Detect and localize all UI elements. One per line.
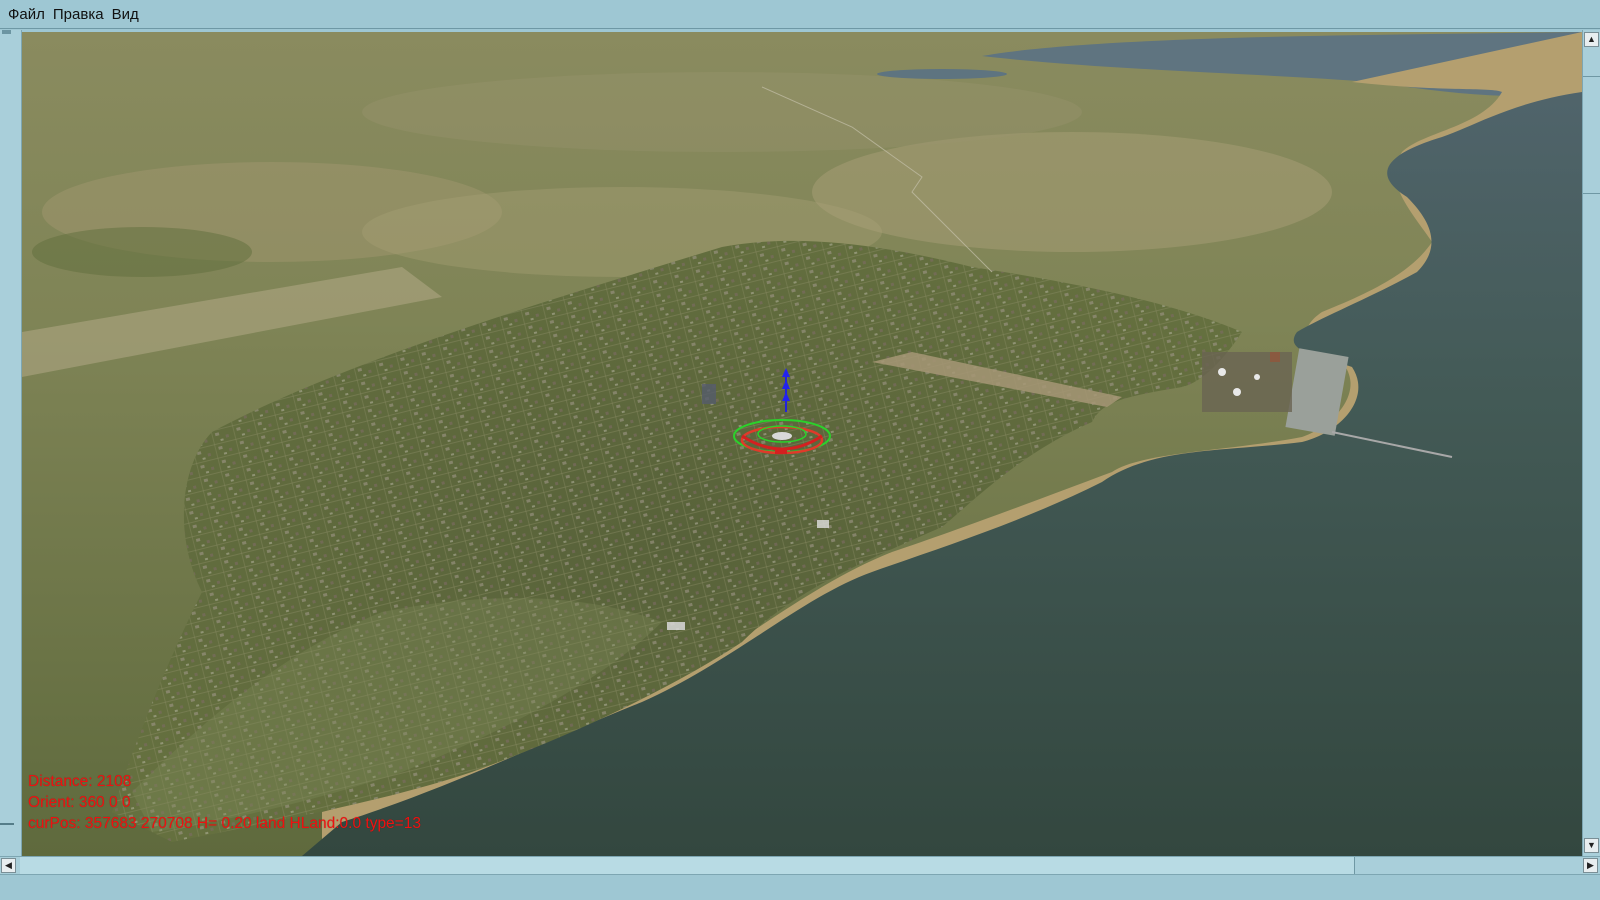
distant-lake — [877, 69, 1007, 79]
menu-view[interactable]: Вид — [108, 2, 143, 27]
terrain-render — [22, 32, 1582, 856]
hud-distance: Distance: 2108 — [28, 773, 132, 790]
hud-cur-pos: curPos: 357683 270708 H= 0.20 land HLand… — [28, 815, 421, 832]
menu-file[interactable]: Файл — [4, 2, 49, 27]
vertical-scrollbar[interactable]: ▲ ▼ — [1582, 30, 1600, 856]
splitter-notch — [2, 30, 11, 34]
horizontal-scrollbar[interactable]: ◀ ▶ — [0, 856, 1600, 874]
left-splitter[interactable] — [0, 30, 22, 856]
scroll-up-button[interactable]: ▲ — [1584, 32, 1599, 47]
status-bar — [0, 874, 1600, 900]
menu-bar: Файл Правка Вид — [0, 0, 1600, 29]
scroll-down-button[interactable]: ▼ — [1584, 838, 1599, 853]
vertical-scroll-thumb[interactable] — [1583, 76, 1600, 194]
scroll-right-button[interactable]: ▶ — [1583, 858, 1598, 873]
splitter-tick — [0, 823, 14, 825]
terrain-3d-viewport[interactable]: Distance: 2108 Orient: 360 0 0 curPos: 3… — [22, 32, 1582, 856]
horizontal-scroll-thumb[interactable] — [20, 857, 1355, 874]
menu-edit[interactable]: Правка — [49, 2, 108, 27]
hud-orient: Orient: 360 0 0 — [28, 794, 131, 811]
scroll-left-button[interactable]: ◀ — [1, 858, 16, 873]
